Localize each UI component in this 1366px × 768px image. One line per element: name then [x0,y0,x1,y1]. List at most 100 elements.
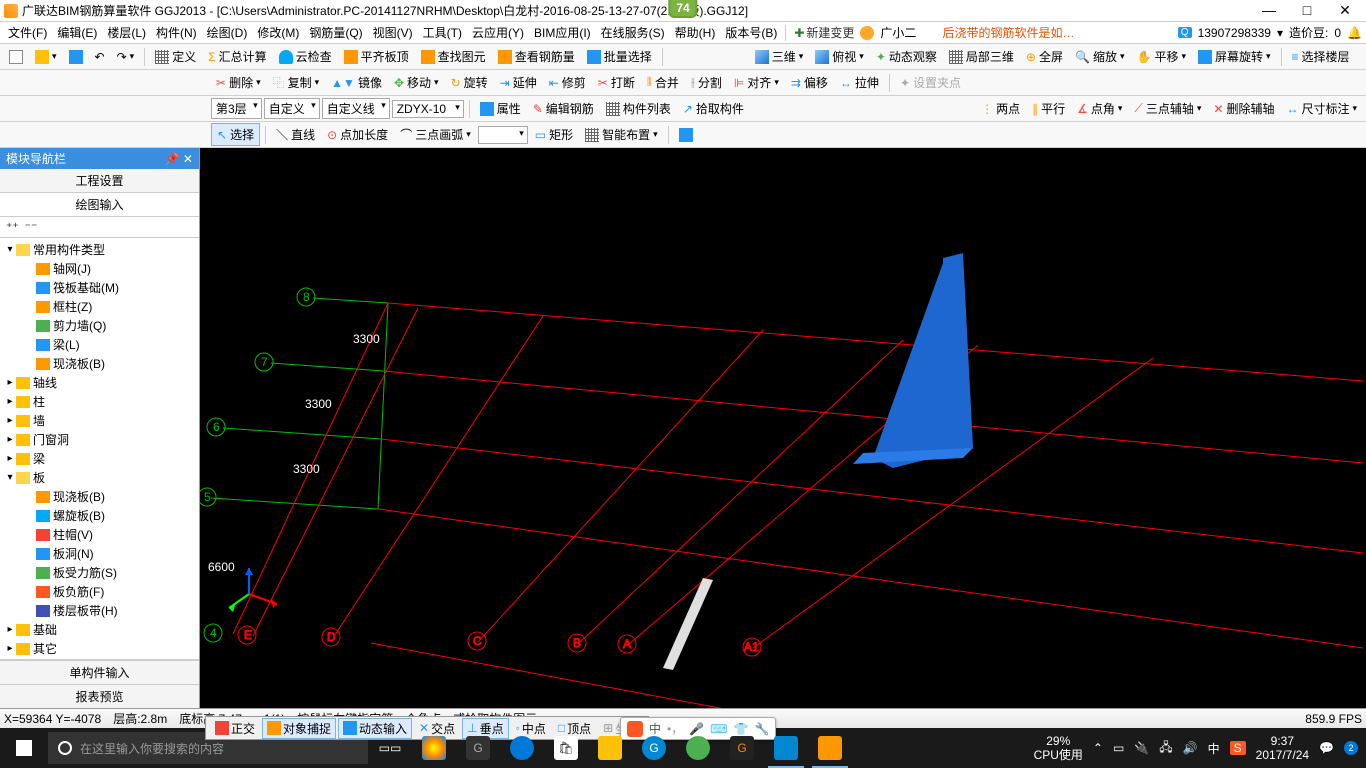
menu-help[interactable]: 帮助(H) [671,22,720,43]
merge-button[interactable]: ⫴合并 [642,72,684,93]
extra1-button[interactable] [674,126,698,144]
delete-button[interactable]: ✂删除 [211,72,266,93]
parallel-button[interactable]: ∥平行 [1027,98,1070,119]
menu-edit[interactable]: 编辑(E) [53,22,101,43]
draw-empty-combo[interactable] [478,126,528,144]
tip-link[interactable]: 后浇带的钢筋软件是如… [938,22,1078,43]
define-button[interactable]: 定义 [150,46,201,67]
tree-hole[interactable]: 板洞(N) [0,544,199,563]
selfloor-button[interactable]: ≡选择楼层 [1287,46,1355,67]
tree-raft[interactable]: 筏板基础(M) [0,278,199,297]
osnap-toggle[interactable]: 对象捕捉 [262,718,336,739]
complist-button[interactable]: 构件列表 [601,98,676,119]
menu-online[interactable]: 在线服务(S) [597,22,669,43]
smart-button[interactable]: 智能布置 [580,124,663,145]
cpu-meter[interactable]: 29%CPU使用 [1034,734,1083,763]
taskview-button[interactable]: ▭▭ [368,728,412,768]
tree-sneg[interactable]: 板负筋(F) [0,582,199,601]
app-g1[interactable]: G [456,728,500,768]
zoom-button[interactable]: 🔍缩放 [1070,46,1130,67]
menu-bim[interactable]: BIM应用(I) [530,22,595,43]
fullscreen-button[interactable]: ⊕全屏 [1021,46,1068,67]
dim-button[interactable]: ↔尺寸标注 [1281,98,1362,119]
menu-modify[interactable]: 修改(M) [253,22,303,43]
app-360[interactable] [676,728,720,768]
tray-vol-icon[interactable]: 🔊 [1183,741,1198,755]
mirror-button[interactable]: ▲▼镜像 [326,72,387,93]
threeaux-button[interactable]: ⟋三点辅轴 [1129,98,1206,119]
viewrebar-button[interactable]: 查看钢筋量 [493,46,580,67]
app-note[interactable] [808,728,852,768]
twopt-button[interactable]: ⋮两点 [976,98,1025,119]
ptang-button[interactable]: ∡点角 [1072,98,1127,119]
tree-wall[interactable]: ▸墙 [0,411,199,430]
start-button[interactable] [0,728,48,768]
close-button[interactable]: ✕ [1332,2,1358,19]
editrebar-button[interactable]: ✎编辑钢筋 [528,98,599,119]
component-tree[interactable]: ▾常用构件类型 轴网(J) 筏板基础(M) 框柱(Z) 剪力墙(Q) 梁(L) … [0,238,199,659]
setgrip-button[interactable]: ✦设置夹点 [895,72,966,93]
move-button[interactable]: ✥移动 [389,72,444,93]
collapse-all-icon[interactable]: ⁻⁻ [25,220,38,234]
menu-draw[interactable]: 绘图(D) [203,22,252,43]
local3d-button[interactable]: 局部三维 [944,46,1019,67]
menu-file[interactable]: 文件(F) [4,22,51,43]
app-g3[interactable]: G [720,728,764,768]
app-g2[interactable]: G [632,728,676,768]
tree-sforce[interactable]: 板受力筋(S) [0,563,199,582]
redo-button[interactable]: ↷ [112,48,140,66]
tray-power-icon[interactable]: 🔌 [1134,741,1149,755]
nav-tab-single[interactable]: 单构件输入 [0,660,199,684]
user-name[interactable]: 广小二 [876,22,920,43]
expand-all-icon[interactable]: ⁺⁺ [6,220,19,234]
tree-slab[interactable]: ▾板 [0,468,199,487]
tray-sogou[interactable]: S [1230,741,1246,755]
align-button[interactable]: ⊫对齐 [729,72,784,93]
rect-button[interactable]: ▭矩形 [530,124,578,145]
category-combo[interactable]: 自定义 [264,98,320,119]
menu-cloud[interactable]: 云应用(Y) [468,22,528,43]
3d-button[interactable]: 三维 [750,46,809,67]
break-button[interactable]: ✂打断 [593,72,640,93]
tree-framecolumn[interactable]: 框柱(Z) [0,297,199,316]
menu-version[interactable]: 版本号(B) [721,22,781,43]
batchsel-button[interactable]: 批量选择 [582,46,657,67]
offset-button[interactable]: ⇉偏移 [786,72,833,93]
menu-view[interactable]: 视图(V) [369,22,417,43]
dynview-button[interactable]: ✦动态观察 [871,46,942,67]
stretch-button[interactable]: ↔拉伸 [835,72,884,93]
copy-button[interactable]: ⿻复制 [268,72,325,93]
line-button[interactable]: ＼直线 [271,124,320,145]
tree-castslab2[interactable]: 现浇板(B) [0,487,199,506]
maximize-button[interactable]: □ [1294,2,1320,19]
app-ggj[interactable] [764,728,808,768]
flatroof-button[interactable]: 平齐板顶 [339,46,414,67]
tree-axis[interactable]: ▸轴线 [0,373,199,392]
menu-tools[interactable]: 工具(T) [419,22,466,43]
tray-up-icon[interactable]: ⌃ [1093,741,1103,755]
tree-common[interactable]: ▾常用构件类型 [0,240,199,259]
floor-combo[interactable]: 第3层 [211,98,262,119]
notification-badge[interactable]: 74 [668,0,697,18]
select-button[interactable]: ↖选择 [211,123,260,146]
pin-icon[interactable]: 📌 ✕ [165,152,193,166]
split-button[interactable]: ⫲分割 [686,72,727,93]
app-edge[interactable] [500,728,544,768]
delaux-button[interactable]: ✕删除辅轴 [1208,98,1279,119]
user-avatar-icon[interactable] [860,26,874,40]
tray-notif-count[interactable]: 2 [1344,741,1358,755]
tree-cap[interactable]: 柱帽(V) [0,525,199,544]
extend-button[interactable]: ⇥延伸 [495,72,542,93]
nav-tab-report[interactable]: 报表预览 [0,684,199,708]
bell-icon[interactable]: 🔔 [1347,26,1362,40]
open-button[interactable] [30,48,62,66]
new-button[interactable] [4,48,28,66]
tray-notif-icon[interactable]: 💬 [1319,741,1334,755]
account-phone[interactable]: 13907298339 [1198,26,1271,40]
app-folder[interactable] [588,728,632,768]
save-button[interactable] [64,48,88,66]
sumcalc-button[interactable]: Σ汇总计算 [203,46,271,67]
tree-opening[interactable]: ▸门窗洞 [0,430,199,449]
scrrot-button[interactable]: 屏幕旋转 [1193,46,1276,67]
app-store[interactable]: 🛍 [544,728,588,768]
